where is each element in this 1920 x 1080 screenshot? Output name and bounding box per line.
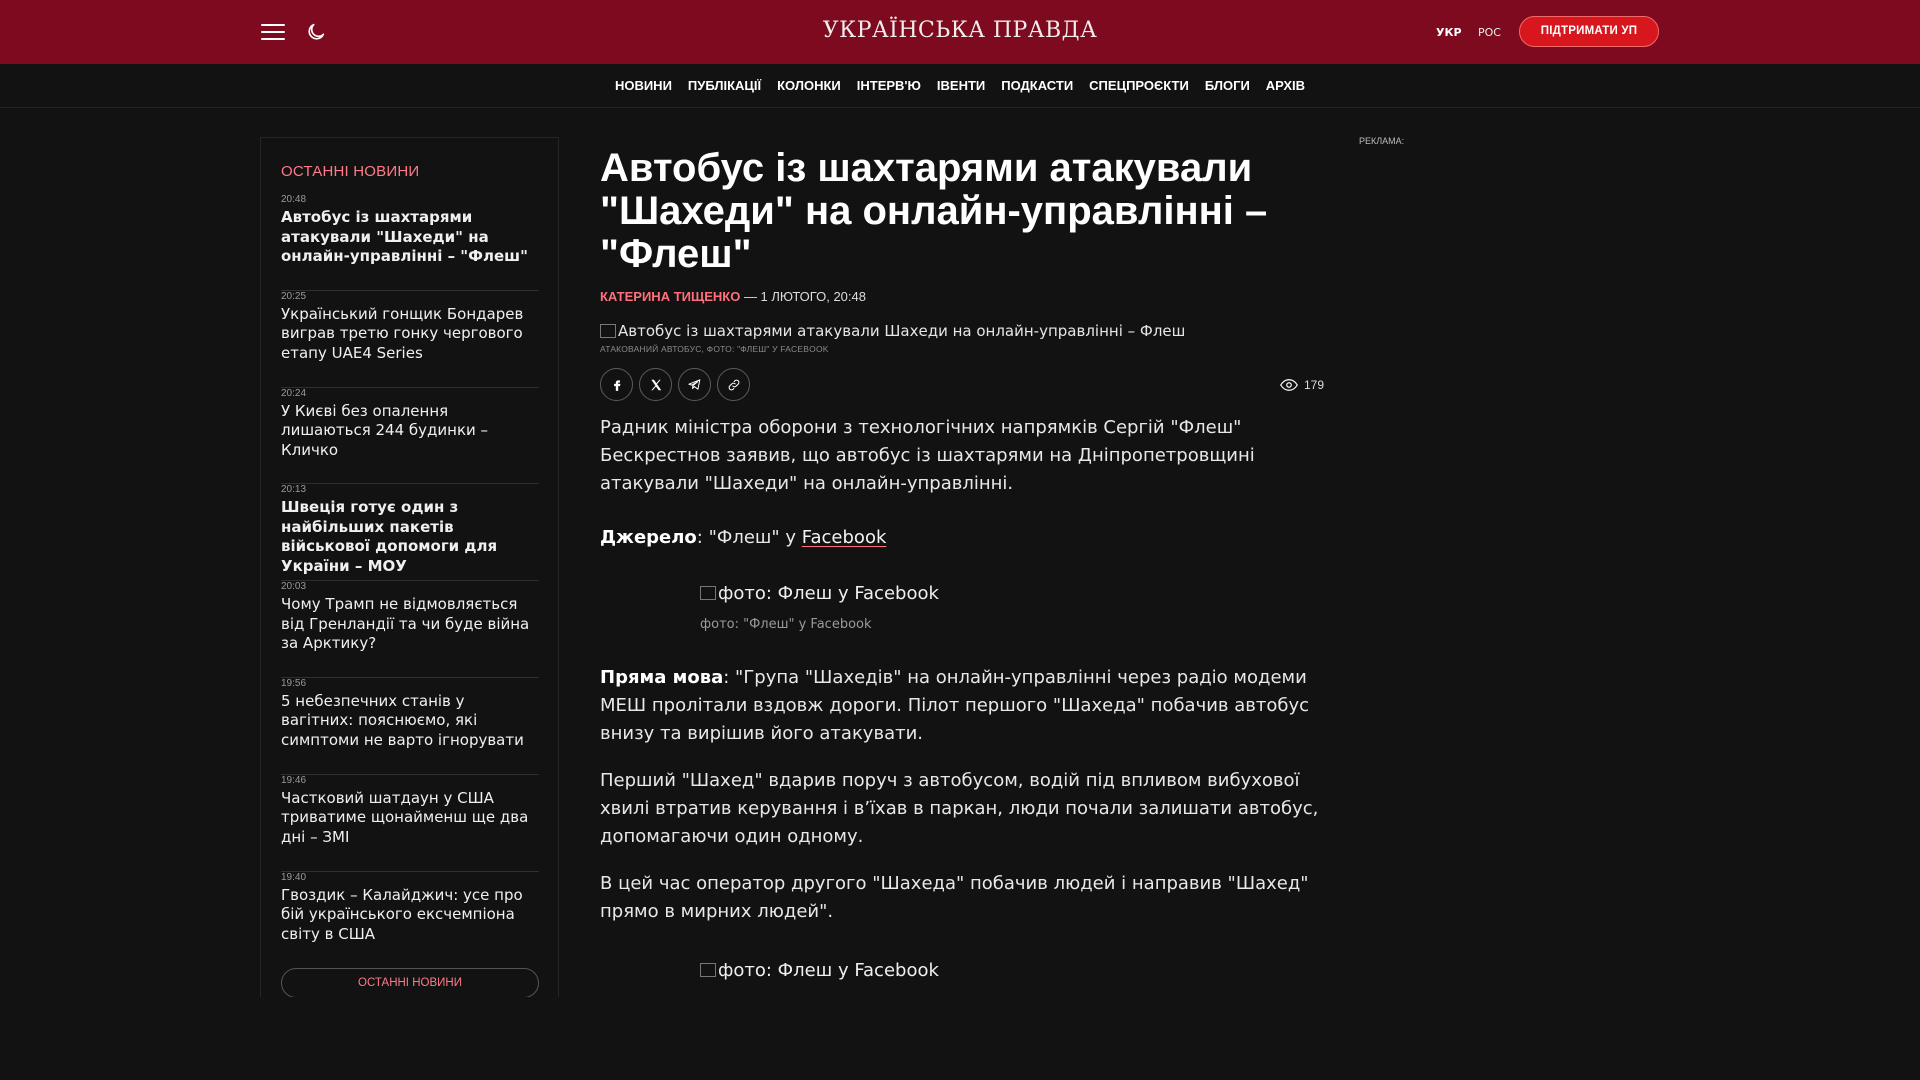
main-nav: НОВИНИ ПУБЛІКАЦІЇ КОЛОНКИ ІНТЕРВ'Ю ІВЕНТИ ПОД… (0, 64, 1920, 108)
broken-image-icon (700, 963, 716, 977)
news-time: 20:24 (281, 387, 307, 399)
news-item[interactable]: 20:13 Швеція готує один з найбільших паке… (281, 484, 539, 582)
publish-date: — 1 ЛЮТОГО, 20:48 (740, 289, 866, 304)
nav-item[interactable]: НОВИНИ (615, 78, 672, 93)
site-logo[interactable]: УКРАЇНСЬКА ПРАВДА (823, 18, 1097, 43)
ad-label: РЕКЛАМА: (1359, 136, 1405, 146)
news-headline-link[interactable]: 5 небезпечних станів у вагітних: пояснює… (281, 692, 539, 751)
paragraph-2: Пряма мова: "Група "Шахедів" на онлайн-у… (600, 664, 1324, 748)
source-paragraph: Джерело: "Флеш" у Facebook (600, 524, 1324, 552)
news-item[interactable]: 20:48 Автобус із шахтарями атакували "Шах… (281, 194, 539, 291)
view-count: 179 (1303, 378, 1324, 392)
news-item[interactable]: 20:25 Український гонщик Бондарев виграв … (281, 291, 539, 388)
news-time: 19:56 (281, 677, 307, 689)
inline-image-1-caption: фото: "Флеш" у Facebook (700, 617, 872, 632)
telegram-share-button[interactable] (678, 368, 711, 401)
moon-icon[interactable] (305, 21, 327, 43)
source-label: Джерело (600, 527, 697, 548)
latest-news-sidebar: ОСТАННІ НОВИНИ 20:48 Автобус із шахтарями… (260, 137, 559, 997)
article-title: Автобус із шахтарями атакували "Шахеди" … (600, 146, 1268, 276)
inline-image-2: фото: Флеш у Facebook (700, 960, 939, 981)
facebook-share-button[interactable] (600, 368, 633, 401)
news-list: 20:48 Автобус із шахтарями атакували "Шах… (281, 194, 539, 968)
source-text: : "Флеш" у (696, 527, 802, 548)
news-item[interactable]: 20:03 Чому Трамп не відмовляється від Гре… (281, 581, 539, 678)
hamburger-icon[interactable] (261, 22, 285, 42)
nav-item[interactable]: СПЕЦПРОЄКТИ (1089, 78, 1189, 93)
facebook-source-link[interactable]: Facebook (802, 527, 887, 548)
news-item[interactable]: 19:40 Гвоздик – Калайджич: усе про бій ук… (281, 872, 539, 969)
paragraph-4: В цей час оператор другого "Шахеда" поба… (600, 873, 1309, 922)
news-time: 20:03 (281, 581, 307, 593)
paragraph-1: Радник міністра оборони з технологічних … (600, 417, 1255, 494)
nav-item[interactable]: ІВЕНТИ (937, 78, 985, 93)
sidebar-title: ОСТАННІ НОВИНИ (281, 163, 420, 180)
news-time: 19:46 (281, 774, 307, 786)
x-share-button[interactable] (639, 368, 672, 401)
news-time: 20:13 (281, 484, 307, 496)
support-button[interactable]: ПІДТРИМАТИ УП (1519, 16, 1659, 47)
inline-image-1: фото: Флеш у Facebook (700, 583, 939, 604)
nav-item[interactable]: БЛОГИ (1205, 78, 1250, 93)
lang-ukr-link[interactable]: УКР (1436, 26, 1462, 39)
eye-icon (1280, 379, 1298, 391)
x-icon (650, 379, 661, 390)
author-link[interactable]: КАТЕРИНА ТИЩЕНКО (600, 289, 740, 304)
broken-image-icon (700, 586, 716, 600)
telegram-icon (688, 379, 701, 390)
hero-image: Автобус із шахтарями атакували Шахеди на… (600, 322, 1185, 340)
news-time: 20:48 (281, 194, 307, 205)
hero-image-alt: Автобус із шахтарями атакували Шахеди на… (618, 322, 1186, 340)
inline-image-1-alt: фото: Флеш у Facebook (718, 583, 939, 604)
news-headline-link[interactable]: Гвоздик – Калайджич: усе про бій українс… (281, 886, 539, 945)
news-headline-link[interactable]: У Києві без опалення лишаються 244 будин… (281, 402, 539, 461)
nav-item[interactable]: ПУБЛІКАЦІЇ (688, 78, 761, 93)
news-time: 20:25 (281, 290, 307, 302)
copy-link-button[interactable] (717, 368, 750, 401)
view-counter: 179 (1280, 378, 1324, 392)
paragraph-3: Перший "Шахед" вдарив поруч з автобусом,… (600, 770, 1319, 847)
news-headline-link[interactable]: Український гонщик Бондарев виграв третю… (281, 305, 539, 364)
link-icon (728, 379, 739, 390)
news-item[interactable]: 20:24 У Києві без опалення лишаються 244 … (281, 388, 539, 485)
share-buttons (600, 368, 750, 401)
news-headline-link[interactable]: Автобус із шахтарями атакували "Шахеди" … (281, 208, 539, 267)
byline: КАТЕРИНА ТИЩЕНКО — 1 ЛЮТОГО, 20:48 (600, 289, 866, 304)
nav-item[interactable]: ПОДКАСТИ (1001, 78, 1073, 93)
facebook-icon (613, 379, 620, 391)
top-bar: УКРАЇНСЬКА ПРАВДА УКР РОС ПІДТРИМАТИ УП (0, 0, 1920, 64)
quote-label: Пряма мова (600, 667, 724, 688)
hero-caption: АТАКОВАНИЙ АВТОБУС, ФОТО: "ФЛЕШ" У FACEB… (600, 344, 829, 354)
news-item[interactable]: 19:56 5 небезпечних станів у вагітних: по… (281, 678, 539, 775)
nav-item[interactable]: АРХІВ (1266, 78, 1305, 93)
more-news-button[interactable]: ОСТАННІ НОВИНИ (281, 968, 539, 997)
lang-ros-link[interactable]: РОС (1478, 26, 1501, 39)
news-item[interactable]: 19:46 Частковий шатдаун у США триватиме щ… (281, 775, 539, 872)
nav-item[interactable]: КОЛОНКИ (777, 78, 841, 93)
news-headline-link[interactable]: Чому Трамп не відмовляється від Гренланд… (281, 595, 539, 654)
broken-image-icon (600, 324, 616, 338)
nav-item[interactable]: ІНТЕРВ'Ю (857, 78, 921, 93)
inline-image-2-alt: фото: Флеш у Facebook (718, 960, 939, 981)
news-headline-link[interactable]: Швеція готує один з найбільших пакетів в… (281, 498, 539, 576)
news-headline-link[interactable]: Частковий шатдаун у США триватиме щонайм… (281, 789, 539, 848)
news-time: 19:40 (281, 871, 307, 883)
